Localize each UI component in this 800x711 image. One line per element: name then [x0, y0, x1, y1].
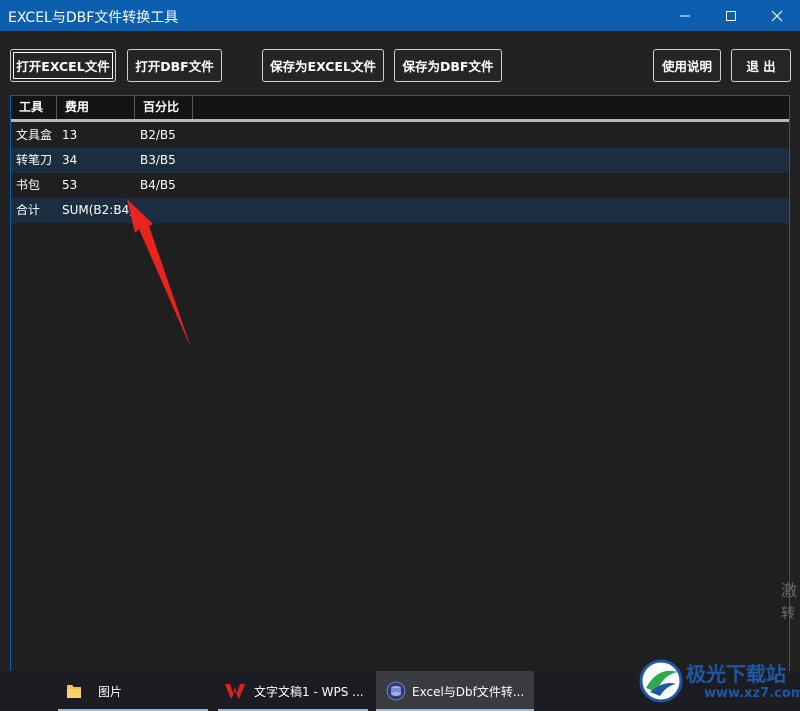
site-logo-name: 极光下载站 — [686, 662, 786, 686]
site-logo-url: www.xz7.com — [704, 686, 800, 701]
folder-icon — [67, 685, 81, 698]
app-icon — [386, 681, 406, 701]
annotation-arrow — [127, 199, 191, 348]
site-logo: 极光下载站 www.xz7.com — [638, 652, 800, 711]
taskbar-item-pictures[interactable]: 图片 — [58, 671, 208, 711]
taskbar-item-label: 图片 — [98, 684, 123, 699]
taskbar-item-converter[interactable]: Excel与Dbf文件转... — [376, 671, 534, 711]
aurora-logo-icon — [639, 659, 683, 703]
wps-icon — [225, 684, 245, 699]
taskbar-item-wps[interactable]: 文字文稿1 - WPS ... — [218, 671, 368, 711]
taskbar-item-label: Excel与Dbf文件转... — [412, 684, 525, 699]
taskbar-item-label: 文字文稿1 - WPS ... — [254, 684, 364, 699]
